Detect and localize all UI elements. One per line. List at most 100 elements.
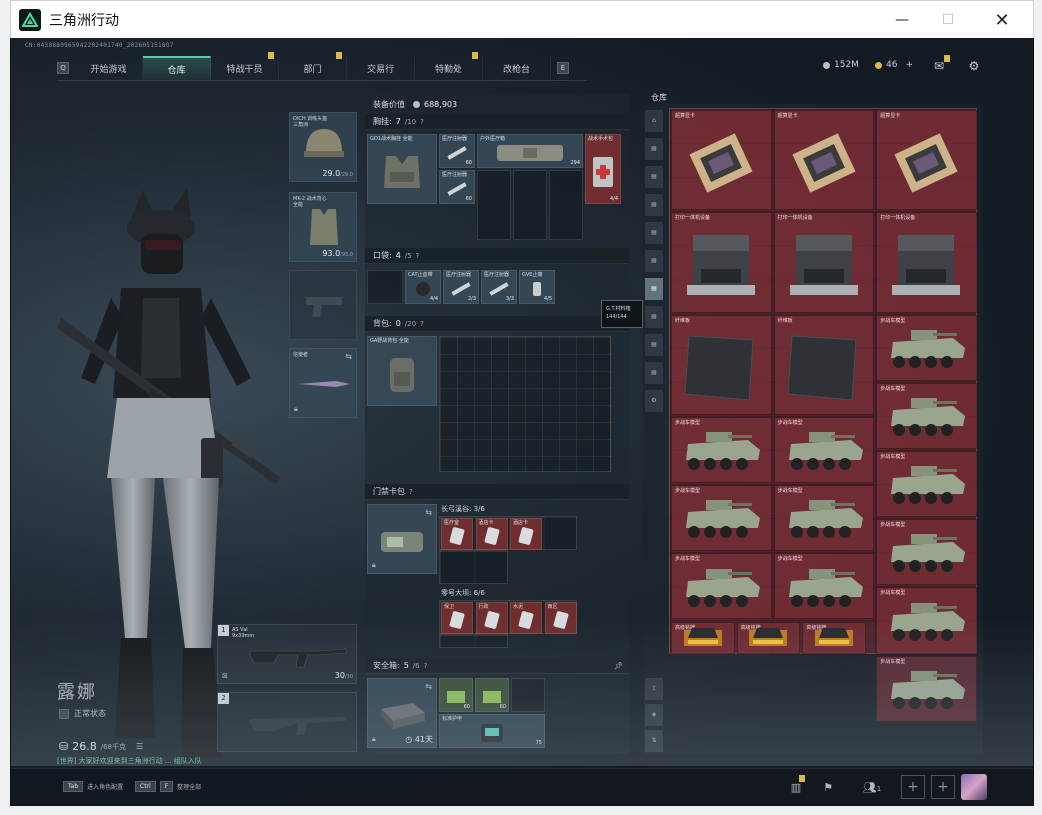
painkiller-item[interactable]: GVE止痛 4/5 (519, 270, 555, 304)
stats-icon[interactable]: ▥ (785, 775, 807, 799)
layers-icon[interactable]: ◈ (645, 704, 663, 726)
keycard-item[interactable]: 行政 (475, 602, 508, 634)
storage-item-board[interactable]: 纤维板 (671, 314, 772, 415)
backpack-item[interactable]: GA野战背包 全能 (367, 336, 437, 406)
storage-item-badge[interactable]: 高级铭牌 (671, 621, 735, 654)
pistol-slot[interactable] (289, 270, 357, 340)
empty-cell[interactable] (367, 270, 403, 304)
keycard-grid-longbow-extra[interactable] (439, 550, 508, 584)
storage-item-printer[interactable]: 打印一体机设备 (773, 212, 875, 313)
storage-item-printer[interactable]: 打印一体机设备 (671, 212, 772, 313)
keycard-item[interactable]: 医疗室 (441, 518, 473, 550)
surgery-kit-item[interactable]: 战术手术包 4/4 (585, 134, 621, 204)
storage-item-tank[interactable]: 步战车模型 (773, 416, 875, 484)
avatar[interactable] (961, 774, 987, 800)
window-titlebar[interactable]: 三角洲行动 — ☐ ✕ (10, 0, 1034, 38)
armor-slot[interactable]: MK-2 战术背心 全能 93.0/93.0 (289, 192, 357, 262)
chest-rig-item[interactable]: GO1战术胸挂 全能 (367, 134, 437, 204)
keycard-item[interactable]: 西区 (544, 602, 577, 634)
nav-tab[interactable]: 特勤处 (415, 52, 483, 80)
coin-display[interactable]: 46 + (875, 60, 913, 70)
pin-icon[interactable]: 📌︎ (614, 662, 623, 670)
nav-prev-key[interactable]: Q (57, 62, 69, 74)
list-icon[interactable]: ☰ (136, 742, 143, 751)
storage-item-gpu[interactable]: 超算显卡 (773, 110, 875, 211)
medkit-item[interactable]: 户外医疗箱 294 (477, 134, 583, 168)
keycard-item[interactable]: 水泥 (510, 602, 542, 634)
mail-icon[interactable]: ✉ (931, 55, 950, 74)
nav-tab[interactable]: 交易行 (347, 56, 415, 80)
storage-item-badge[interactable]: 高级铭牌 (736, 621, 801, 654)
keycard-item[interactable]: 酒店卡 (475, 518, 508, 550)
storage-item-gpu[interactable]: 超算显卡 (671, 110, 772, 211)
storage-page-tab[interactable]: ▤ (645, 138, 663, 160)
maximize-button[interactable]: ☐ (925, 5, 971, 35)
sort-icon[interactable]: ⇅ (645, 730, 663, 752)
injector-item[interactable]: 医疗注射器 2/3 (443, 270, 479, 304)
close-button[interactable]: ✕ (979, 5, 1025, 35)
tourniquet-item[interactable]: CAT止血带 4/4 (405, 270, 441, 304)
storage-item-tank[interactable]: 步战车模型 (876, 587, 977, 654)
storage-item-badge[interactable]: 高级铭牌 (802, 621, 866, 654)
helmet-slot[interactable]: DICH 训练头盔 三角洲 29.0/29.0 (289, 112, 357, 182)
storage-page-tab[interactable]: ▤ (645, 250, 663, 272)
storage-item-tank[interactable]: 步战车模型 (773, 485, 875, 552)
storage-item-tank[interactable]: 步战车模型 (876, 382, 977, 449)
storage-page-tab[interactable]: ⚙ (645, 390, 663, 412)
storage-item-tank[interactable]: 步战车模型 (671, 553, 772, 620)
flag-icon[interactable]: ⚑ (817, 777, 839, 799)
tab-key[interactable]: Tab (63, 781, 84, 792)
storage-item-tank[interactable]: 步战车模型 (876, 314, 977, 381)
storage-item-tank[interactable]: 步战车模型 (876, 655, 977, 722)
nav-tab[interactable]: 部门 (279, 52, 347, 80)
storage-page-tab[interactable]: ▤ (645, 194, 663, 216)
storage-item-tank[interactable]: 步战车模型 (773, 553, 875, 620)
chat-message[interactable]: [世界] 大家好欢迎来到三角洲行动 ... 组队入队 (57, 756, 202, 766)
storage-page-tab[interactable]: ▤ (645, 222, 663, 244)
nav-tab[interactable]: 仓库 (143, 56, 211, 80)
empty-cell[interactable] (549, 170, 583, 240)
storage-item-tank[interactable]: 步战车模型 (671, 416, 772, 484)
swap-icon[interactable]: ⇆ (425, 682, 432, 691)
export-icon[interactable]: ⇪ (645, 678, 663, 700)
minimize-button[interactable]: — (879, 5, 925, 35)
invite-slot-button[interactable]: + (931, 775, 955, 799)
storage-item-gpu[interactable]: 超算显卡 (876, 110, 977, 211)
storage-page-tab[interactable]: ▤ (645, 334, 663, 356)
storage-page-tab[interactable]: ▤ (645, 306, 663, 328)
storage-item-printer[interactable]: 打印一体机设备 (876, 212, 977, 313)
injector-item[interactable]: 医疗注射器 3/3 (481, 270, 517, 304)
storage-item-tank[interactable]: 步战车模型 (671, 485, 772, 552)
nav-tab[interactable]: 改枪台 (483, 56, 551, 80)
f-key[interactable]: F (159, 781, 174, 792)
keycard-item[interactable]: 保卫 (441, 602, 473, 634)
injector-item[interactable]: 医疗注射器 60 (439, 170, 475, 204)
status-box[interactable] (59, 708, 69, 719)
invite-slot-button[interactable]: + (901, 775, 925, 799)
ctrl-key[interactable]: Ctrl (135, 781, 156, 792)
friends-icon[interactable]: 👥︎1 (857, 777, 887, 799)
keycard-case-item[interactable]: ⇆ 🔒︎ (367, 504, 437, 574)
empty-cell[interactable] (513, 170, 547, 240)
primary-weapon-slot[interactable]: 1 AS Val 9x39mm ⊠ 30/30 (217, 624, 357, 684)
backpack-grid[interactable] (439, 336, 611, 472)
empty-cell[interactable] (511, 678, 545, 712)
storage-item-board[interactable]: 纤维板 (773, 314, 875, 415)
empty-cell[interactable] (477, 170, 511, 240)
keycard-item[interactable]: 酒店卡 (510, 518, 542, 550)
nav-tab[interactable]: 特战干员 (211, 52, 279, 80)
gear-icon[interactable]: ⚙ (966, 58, 982, 74)
nav-next-key[interactable]: E (557, 62, 569, 74)
swap-icon[interactable]: ⇆ (425, 508, 432, 517)
storage-page-tab[interactable]: ⌂ (645, 110, 663, 132)
coin-add-button[interactable]: + (905, 60, 913, 70)
storage-page-tab[interactable]: ▤ (645, 166, 663, 188)
keycard-grid-dam-extra[interactable] (439, 634, 508, 648)
melee-slot[interactable]: 信使者 ⇆ 🔒︎ (289, 348, 357, 418)
money-display[interactable]: 152M (823, 60, 859, 70)
secondary-weapon-slot[interactable]: 2 (217, 692, 357, 752)
nav-tab[interactable]: 开始游戏 (75, 56, 143, 80)
safebox-item[interactable]: ⇆ 🔒︎ ◷ 41天 (367, 678, 437, 748)
ammo-item[interactable]: 60 (475, 678, 509, 712)
storage-page-tab[interactable]: ▤ (645, 278, 663, 300)
